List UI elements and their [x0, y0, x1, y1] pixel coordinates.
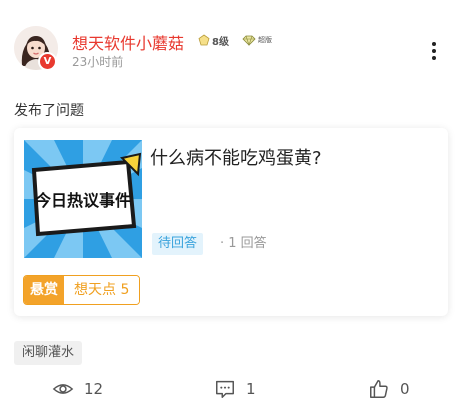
vip-badge: 超版 — [242, 33, 272, 47]
status-badge: 待回答 — [152, 233, 204, 255]
vip-label: 超版 — [258, 36, 272, 44]
answer-count: · 1 回答 — [220, 236, 267, 251]
views-stat[interactable]: 12 — [52, 378, 103, 400]
eye-icon — [52, 384, 74, 394]
question-title[interactable]: 什么病不能吃鸡蛋黄? — [150, 144, 322, 170]
vip-diamond-icon — [242, 35, 256, 46]
bounty-tag: 悬赏 — [24, 276, 64, 304]
question-thumbnail: 今日热议事件 — [24, 140, 142, 258]
topic-tag[interactable]: 闲聊灌水 — [14, 341, 83, 365]
comments-stat[interactable]: 1 — [214, 378, 256, 400]
bounty-value: 想天点 5 — [64, 276, 140, 304]
level-badge: 8级 — [198, 33, 229, 48]
post-header: V 想天软件小蘑菇 8级 超版 23小时前 — [14, 26, 454, 76]
post-stats-bar: 12 1 0 — [0, 378, 462, 404]
comments-count: 1 — [246, 380, 256, 398]
post-action-text: 发布了问题 — [14, 103, 84, 119]
thumbnail-text: 今日热议事件 — [34, 191, 131, 210]
bounty-badge: 悬赏 想天点 5 — [23, 275, 141, 305]
more-vertical-icon[interactable] — [426, 40, 442, 62]
views-count: 12 — [84, 380, 104, 398]
likes-stat[interactable]: 0 — [368, 378, 410, 400]
comment-icon — [216, 380, 234, 398]
thumbnail-image: 今日热议事件 — [24, 140, 142, 258]
level-icon — [198, 34, 210, 46]
post-time: 23小时前 — [72, 55, 124, 69]
author-name[interactable]: 想天软件小蘑菇 — [72, 30, 184, 54]
likes-count: 0 — [400, 380, 410, 398]
thumbs-up-icon — [370, 380, 388, 398]
question-card[interactable]: 今日热议事件 什么病不能吃鸡蛋黄? 待回答 · 1 回答 悬赏 想天点 5 — [14, 128, 448, 316]
level-text: 8级 — [212, 36, 229, 48]
verified-badge: V — [38, 52, 57, 71]
